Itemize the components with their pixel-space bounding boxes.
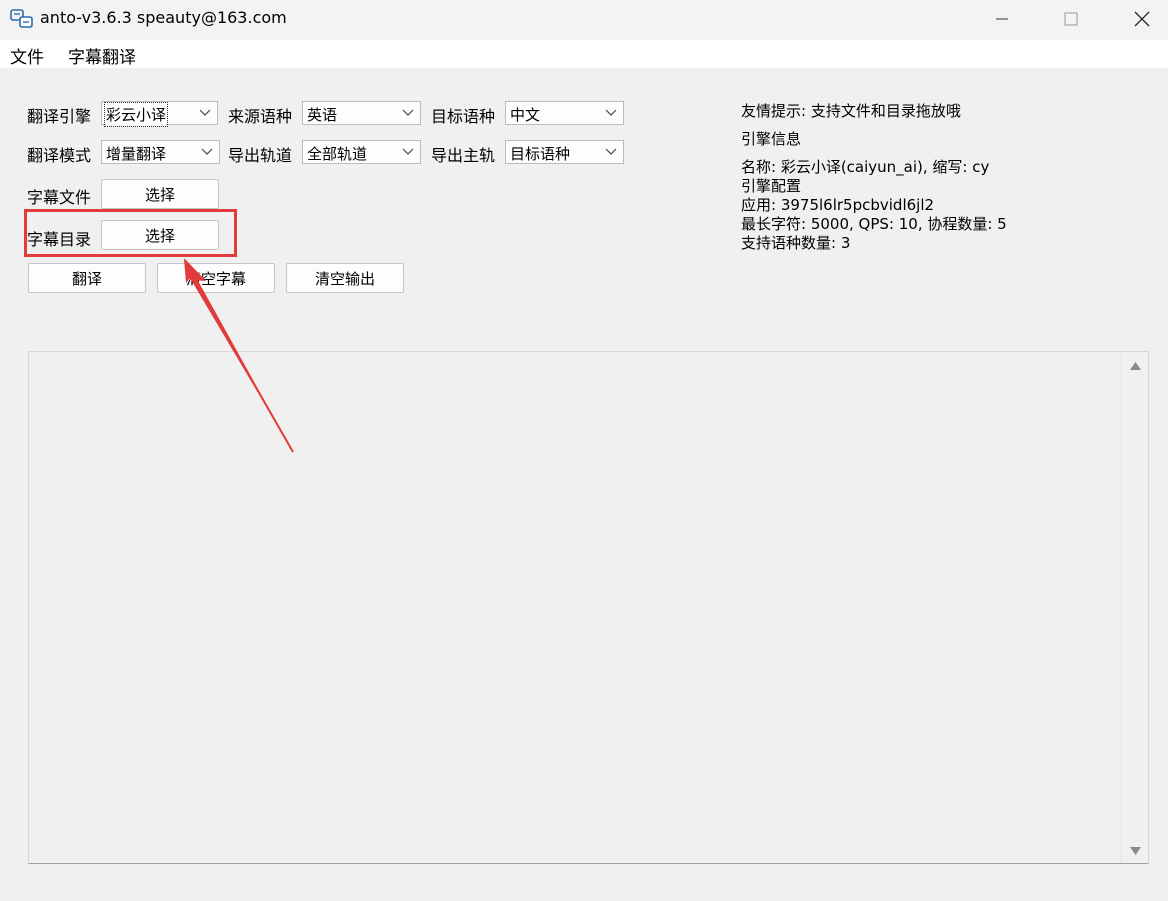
tip-text: 友情提示: 支持文件和目录拖放哦 bbox=[741, 102, 961, 120]
export-main-track-label: 导出主轨 bbox=[431, 146, 496, 165]
menu-subtitle-translate[interactable]: 字幕翻译 bbox=[68, 43, 136, 68]
engine-limits-line: 最长字符: 5000, QPS: 10, 协程数量: 5 bbox=[741, 215, 1007, 233]
engine-info-heading: 引擎信息 bbox=[741, 130, 802, 148]
chevron-down-icon bbox=[605, 109, 617, 116]
menu-bar: 文件 字幕翻译 bbox=[0, 40, 1168, 68]
chevron-down-icon bbox=[199, 109, 211, 116]
engine-lang-count-line: 支持语种数量: 3 bbox=[741, 234, 851, 252]
title-bar: anto-v3.6.3 speauty@163.com bbox=[0, 0, 1168, 40]
engine-select[interactable]: 彩云小译 bbox=[101, 101, 218, 127]
target-lang-value: 中文 bbox=[510, 106, 541, 124]
clear-subtitles-button[interactable]: 清空字幕 bbox=[157, 263, 275, 293]
engine-label: 翻译引擎 bbox=[27, 107, 92, 126]
engine-name-line: 名称: 彩云小译(caiyun_ai), 缩写: cy bbox=[741, 158, 990, 176]
engine-select-value: 彩云小译 bbox=[103, 102, 169, 127]
app-icon bbox=[10, 9, 33, 28]
minimize-icon bbox=[996, 18, 1008, 20]
subtitle-file-label: 字幕文件 bbox=[27, 188, 92, 207]
output-textarea[interactable] bbox=[28, 351, 1149, 864]
mode-value: 增量翻译 bbox=[106, 145, 167, 163]
target-lang-label: 目标语种 bbox=[431, 107, 496, 126]
maximize-button[interactable] bbox=[1048, 0, 1094, 38]
engine-app-line: 应用: 3975l6lr5pcbvidl6jl2 bbox=[741, 196, 935, 214]
minimize-button[interactable] bbox=[979, 0, 1025, 38]
export-track-label: 导出轨道 bbox=[228, 146, 293, 165]
chevron-down-icon bbox=[402, 148, 414, 155]
target-lang-select[interactable]: 中文 bbox=[505, 101, 624, 125]
maximize-icon bbox=[1064, 12, 1078, 26]
close-button[interactable] bbox=[1119, 0, 1165, 38]
menu-file[interactable]: 文件 bbox=[10, 43, 44, 68]
scroll-down-icon[interactable] bbox=[1130, 847, 1141, 855]
source-lang-select[interactable]: 英语 bbox=[302, 101, 421, 125]
scroll-up-icon[interactable] bbox=[1130, 362, 1141, 370]
export-track-select[interactable]: 全部轨道 bbox=[302, 140, 421, 164]
close-icon bbox=[1134, 11, 1150, 27]
source-lang-value: 英语 bbox=[307, 106, 338, 124]
subtitle-file-select-button[interactable]: 选择 bbox=[101, 179, 219, 209]
translate-button[interactable]: 翻译 bbox=[28, 263, 146, 293]
chevron-down-icon bbox=[402, 109, 414, 116]
annotation-highlight-box bbox=[24, 209, 237, 257]
source-lang-label: 来源语种 bbox=[228, 107, 293, 126]
chevron-down-icon bbox=[605, 148, 617, 155]
engine-config-heading: 引擎配置 bbox=[741, 177, 802, 195]
export-main-track-value: 目标语种 bbox=[510, 145, 571, 163]
window-title: anto-v3.6.3 speauty@163.com bbox=[40, 8, 287, 27]
export-main-track-select[interactable]: 目标语种 bbox=[505, 140, 624, 164]
clear-output-button[interactable]: 清空输出 bbox=[286, 263, 404, 293]
export-track-value: 全部轨道 bbox=[307, 145, 368, 163]
output-scrollbar[interactable] bbox=[1121, 352, 1148, 863]
mode-select[interactable]: 增量翻译 bbox=[101, 140, 220, 164]
mode-label: 翻译模式 bbox=[27, 146, 92, 165]
chevron-down-icon bbox=[201, 148, 213, 155]
